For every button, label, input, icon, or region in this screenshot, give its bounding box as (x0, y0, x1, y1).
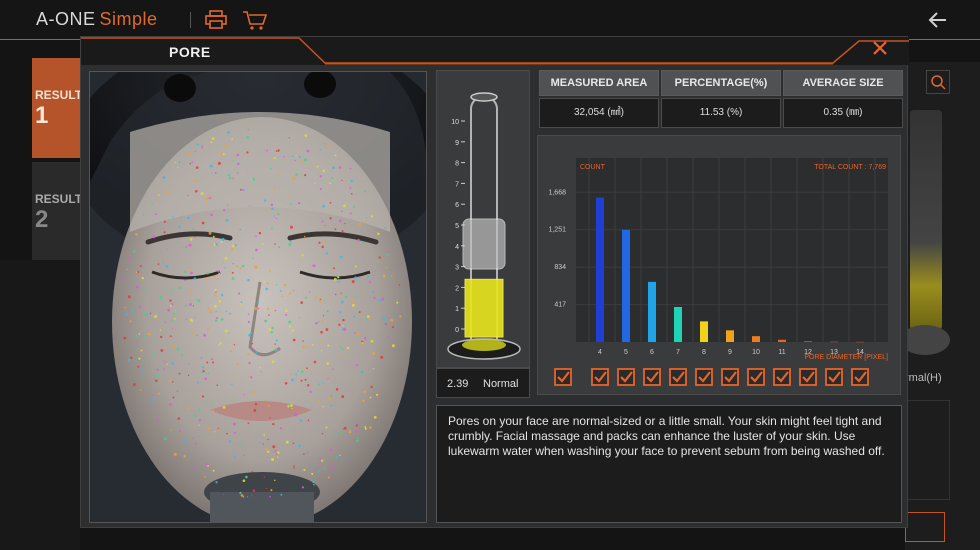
chart-xlabel: PORE DIAMETER [PIXEL] (804, 354, 888, 361)
pore-result-modal: PORE 10 9 8 7 6 5 4 3 2 1 0 2.39 Normal … (80, 36, 909, 528)
tube-scale-label: 1 (455, 306, 459, 313)
tube-fill-level (464, 278, 504, 338)
stat-value: 32,054 (㎟) (539, 98, 659, 128)
series-checkbox[interactable] (669, 368, 687, 386)
chart-ytick-label: 417 (554, 302, 566, 309)
series-checkbox[interactable] (617, 368, 635, 386)
background-tube (910, 110, 942, 330)
series-checkbox[interactable] (643, 368, 661, 386)
chart-bar (726, 330, 734, 342)
topbar-separator (190, 12, 191, 28)
face-photo-image (90, 72, 426, 522)
chart-bar (700, 321, 708, 342)
chart-xtick-label: 8 (702, 349, 706, 356)
stat-label: MEASURED AREA (539, 70, 659, 96)
chart-bar (622, 229, 630, 342)
tube-scale-label: 4 (455, 244, 459, 251)
stat-label: AVERAGE SIZE (783, 70, 903, 96)
chart-xtick-label: 11 (778, 349, 785, 356)
chart-xtick-label: 7 (676, 349, 680, 356)
top-bar: A-ONE Simple (0, 0, 980, 40)
series-checkbox[interactable] (591, 368, 609, 386)
series-checkbox[interactable] (721, 368, 739, 386)
chart-xtick-label: 9 (728, 349, 732, 356)
print-icon[interactable] (205, 10, 227, 30)
chart-total-count: TOTAL COUNT : 7,769 (814, 164, 886, 171)
chart-xtick-label: 5 (624, 349, 628, 356)
tube-scale-label: 7 (455, 181, 459, 188)
series-checkbox[interactable] (773, 368, 791, 386)
search-icon[interactable] (926, 70, 950, 94)
tube-scale-label: 5 (455, 223, 459, 230)
series-checkbox[interactable] (747, 368, 765, 386)
chart-xtick-label: 10 (752, 349, 760, 356)
chart-bar (674, 306, 682, 342)
series-checkbox[interactable] (695, 368, 713, 386)
modal-title: PORE (169, 44, 211, 60)
app-window: A-ONE Simple RESULT 1 RESULT 2 rmal(H) P… (0, 0, 980, 550)
brand-logo: A-ONE Simple (36, 9, 158, 30)
chart-bar (856, 341, 864, 343)
stat-average-size: AVERAGE SIZE 0.35 (㎜) (783, 70, 903, 128)
stat-label: PERCENTAGE(%) (661, 70, 781, 96)
pore-level-tube: 10 9 8 7 6 5 4 3 2 1 0 (436, 70, 530, 368)
background-button (905, 512, 945, 542)
chart-bar (778, 339, 786, 342)
cart-icon[interactable] (242, 9, 268, 31)
series-checkbox[interactable] (799, 368, 817, 386)
brand-main: A-ONE (36, 9, 96, 29)
tube-scale-label: 0 (455, 327, 459, 334)
chart-ytick-label: 1,251 (548, 227, 566, 234)
left-background-panel (0, 260, 80, 550)
chart-bar (648, 281, 656, 342)
tube-scale-label: 9 (455, 140, 459, 147)
chart-bar (830, 341, 838, 343)
tube-scale-label: 10 (451, 119, 459, 126)
series-checkbox[interactable] (825, 368, 843, 386)
stat-percentage: PERCENTAGE(%) 11.53 (%) (661, 70, 781, 128)
close-icon[interactable] (865, 37, 895, 61)
back-arrow-icon[interactable] (928, 10, 948, 30)
chart-xtick-label: 4 (598, 349, 602, 356)
tube-scale-label: 3 (455, 265, 459, 272)
brand-sub: Simple (99, 9, 158, 29)
stat-value: 0.35 (㎜) (783, 98, 903, 128)
chart-ytick-label: 834 (554, 264, 566, 271)
chart-bar (752, 336, 760, 342)
stat-measured-area: MEASURED AREA 32,054 (㎟) (539, 70, 659, 128)
tube-scale-label: 2 (455, 285, 459, 292)
chart-bar (596, 197, 604, 342)
tube-gauge: 109876543210 (447, 92, 521, 360)
tube-value-box: 2.39 Normal (436, 368, 530, 398)
face-photo (89, 71, 427, 523)
tube-scale-label: 8 (455, 161, 459, 168)
tube-status: Normal (483, 378, 519, 390)
modal-header: PORE (81, 37, 909, 65)
chart-ylabel: COUNT (580, 164, 606, 171)
background-status-label: rmal(H) (905, 372, 942, 384)
chart-ytick-label: 1,668 (548, 189, 566, 196)
tube-value: 2.39 (447, 378, 469, 390)
series-checkbox-row (538, 368, 902, 390)
result-description: Pores on your face are normal-sized or a… (436, 405, 902, 523)
chart-xtick-label: 6 (650, 349, 654, 356)
series-checkbox[interactable] (851, 368, 869, 386)
pore-diameter-chart: 417 834 1,251 1,668 4 5 6 7 8 9 10 11 12 13 14 COUNT T… (537, 135, 901, 395)
stat-value: 11.53 (%) (661, 98, 781, 128)
tube-scale-label: 6 (455, 202, 459, 209)
select-all-checkbox[interactable] (554, 368, 572, 386)
chart-bar (804, 341, 812, 342)
chart-canvas: 4178341,2511,6684 5 6 7 8 9 10 11 12 13 14 COUNT T… (548, 158, 888, 361)
background-panel-box (905, 400, 950, 500)
